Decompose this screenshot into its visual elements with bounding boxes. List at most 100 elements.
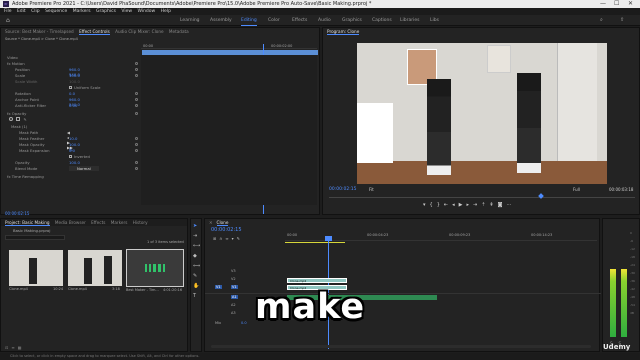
ripple-edit-icon[interactable]: ⟷ [193, 243, 200, 249]
ellipse-mask-icon[interactable] [9, 117, 13, 121]
menu-graphics[interactable]: Graphics [96, 9, 116, 14]
project-search-input[interactable] [5, 235, 65, 240]
reset-icon[interactable] [135, 167, 138, 170]
mark-out-icon[interactable]: } [437, 202, 444, 208]
menu-sequence[interactable]: Sequence [45, 9, 67, 14]
timeline-clip[interactable]: Clone.mp4 [287, 278, 347, 283]
property-row[interactable]: fx Motion [7, 61, 25, 66]
reset-icon[interactable] [135, 74, 138, 77]
reset-icon[interactable] [135, 137, 138, 140]
slip-icon[interactable]: ⟺ [193, 263, 200, 269]
track-a1[interactable]: A1 [231, 295, 238, 299]
reset-icon[interactable] [135, 92, 138, 95]
tab-media-browser[interactable]: Media Browser [55, 220, 86, 225]
property-row[interactable]: Mask (1) [11, 124, 27, 129]
track-a3[interactable]: A3 [231, 311, 236, 315]
reset-icon[interactable] [135, 149, 138, 152]
workspace-learning[interactable]: Learning [180, 15, 200, 26]
reset-icon[interactable] [135, 68, 138, 71]
workspace-audio[interactable]: Audio [318, 15, 331, 26]
program-video-frame[interactable] [357, 43, 607, 184]
workspace-libraries[interactable]: Libraries [400, 15, 419, 26]
razor-icon[interactable]: ◆ [193, 253, 197, 259]
program-fit-select[interactable]: Fit [369, 187, 374, 192]
settings-icon[interactable]: ⋯ [506, 202, 515, 208]
timeline-timecode[interactable]: 00:00:02:15 [211, 227, 242, 233]
reset-icon[interactable] [135, 98, 138, 101]
reset-icon[interactable] [135, 143, 138, 146]
workspace-graphics[interactable]: Graphics [342, 15, 362, 26]
reset-icon[interactable] [135, 112, 138, 115]
track-select-icon[interactable]: ⇥ [193, 233, 197, 239]
property-row[interactable]: fx Time Remapping [7, 174, 44, 179]
workspace-effects[interactable]: Effects [292, 15, 307, 26]
menu-edit[interactable]: Edit [17, 9, 26, 14]
workspace-color[interactable]: Color [268, 15, 280, 26]
mix-value[interactable]: 0.0 [241, 321, 247, 325]
go-to-out-icon[interactable]: ⇥ [473, 202, 481, 208]
reset-icon[interactable] [135, 161, 138, 164]
effect-footer-timecode[interactable]: 00:00:02:15 [5, 211, 29, 216]
property-row[interactable]: Scale 100.0 [15, 73, 80, 78]
icon-view-icon[interactable]: ▦ [18, 345, 25, 350]
tab-project[interactable]: Project: Basic Making [5, 220, 50, 226]
program-timecode[interactable]: 00:00:02:15 [329, 187, 356, 192]
hand-icon[interactable]: ✋ [193, 283, 199, 289]
property-row[interactable]: Rotation 0.0 [15, 91, 75, 96]
playhead-handle[interactable] [325, 236, 332, 241]
reset-icon[interactable] [135, 104, 138, 107]
workspace-libs[interactable]: Libs [430, 15, 439, 26]
share-icon[interactable]: ⇧ [620, 17, 624, 23]
tab-metadata[interactable]: Metadata [169, 29, 189, 34]
mask-feather-value[interactable]: 10.0 [69, 136, 77, 141]
pen-mask-icon[interactable]: ✎ [23, 117, 26, 122]
property-row[interactable]: Position 960.0 540.0 [15, 67, 80, 77]
project-item[interactable] [9, 250, 63, 286]
property-row[interactable]: Mask Expansion 0.0 [19, 148, 75, 153]
workspace-assembly[interactable]: Assembly [210, 15, 232, 26]
extract-icon[interactable]: ⇞ [489, 202, 497, 208]
project-item-selected[interactable] [126, 249, 184, 287]
property-row[interactable]: Inverted [69, 154, 90, 159]
property-row[interactable]: fx Opacity [7, 111, 26, 116]
tab-source[interactable]: Source: Best Maker - Timelapsed [5, 29, 74, 34]
close-icon[interactable]: ✕ [628, 0, 633, 8]
property-row[interactable]: Mask Feather 10.0 [19, 136, 77, 141]
blend-mode-select[interactable]: Normal [69, 166, 99, 171]
checkbox-icon[interactable] [69, 86, 72, 89]
menu-file[interactable]: File [4, 9, 12, 14]
go-to-in-icon[interactable]: ⇤ [444, 202, 452, 208]
minimize-icon[interactable]: — [600, 0, 606, 8]
type-icon[interactable]: T [193, 293, 196, 299]
program-scrub-bar[interactable] [329, 195, 635, 198]
menu-markers[interactable]: Markers [73, 9, 91, 14]
track-v2[interactable]: V2 [231, 277, 236, 281]
antiflicker-value[interactable]: 0.00 [69, 103, 77, 108]
rotation-value[interactable]: 0.0 [69, 91, 75, 96]
property-row[interactable]: Opacity100.0 % [15, 160, 80, 170]
project-item[interactable] [68, 250, 122, 286]
tab-effects[interactable]: Effects [91, 220, 105, 225]
track-v3[interactable]: V3 [231, 269, 236, 273]
property-row[interactable]: Uniform Scale [69, 85, 101, 90]
mark-in-icon[interactable]: { [430, 202, 437, 208]
close-icon[interactable]: ✕ [209, 220, 213, 225]
tab-timeline-clone[interactable]: Clone [216, 220, 229, 226]
maximize-icon[interactable]: ☐ [614, 0, 619, 8]
tab-history[interactable]: History [133, 220, 148, 225]
menu-help[interactable]: Help [161, 9, 171, 14]
property-row[interactable]: Blend Mode Normal [15, 166, 99, 171]
program-quality-select[interactable]: Full [573, 187, 580, 192]
home-icon[interactable]: ⌂ [6, 17, 10, 24]
mask-expansion-value[interactable]: 0.0 [69, 148, 75, 153]
search-icon[interactable]: ⌕ [600, 17, 603, 23]
tab-program[interactable]: Program: Clone [327, 29, 360, 35]
property-row[interactable]: Mask Opacity 100.0 % [19, 142, 80, 152]
tab-audio-clip-mixer[interactable]: Audio Clip Mixer: Clone [115, 29, 163, 34]
source-patch-v1[interactable]: V1 [215, 285, 222, 289]
menu-view[interactable]: View [121, 9, 132, 14]
menu-clip[interactable]: Clip [31, 9, 40, 14]
selection-tool-icon[interactable]: ➤ [193, 223, 197, 229]
pen-icon[interactable]: ✎ [193, 273, 197, 279]
rect-mask-icon[interactable] [16, 117, 21, 121]
